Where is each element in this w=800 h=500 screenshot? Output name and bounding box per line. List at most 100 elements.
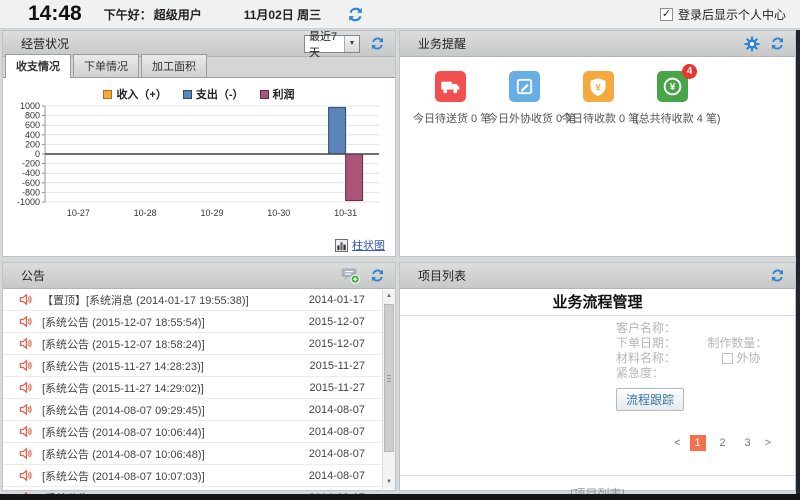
gear-icon[interactable] <box>744 36 760 52</box>
pagination-next[interactable]: > <box>765 437 771 449</box>
speaker-icon <box>19 359 32 372</box>
announcement-row[interactable]: 【置顶】[系统消息 (2014-01-17 19:55:38)] 2014-01… <box>3 289 395 311</box>
announcement-date: 2015-11-27 <box>310 382 365 394</box>
legend-swatch <box>183 90 192 99</box>
workflow-form: 客户名称： 下单日期： 制作数量： 材料名称： 外协 紧急度： 流程跟踪 <box>616 321 767 411</box>
bar-chart: -1000-800-600-400-2000200400600800100010… <box>5 102 393 224</box>
refresh-icon[interactable] <box>370 36 385 51</box>
refresh-icon[interactable] <box>347 6 364 23</box>
greeting-text: 下午好： <box>104 6 152 23</box>
speaker-icon <box>19 403 32 416</box>
projects-header: 项目列表 <box>400 263 795 289</box>
panel-title: 公告 <box>21 267 45 284</box>
speaker-icon <box>19 315 32 328</box>
material-name-label: 材料名称： <box>616 351 676 365</box>
svg-text:¥: ¥ <box>669 81 675 93</box>
tab-orders[interactable]: 下单情况 <box>73 54 139 77</box>
announcement-text: [系统公告 (2015-11-27 14:29:02)] <box>42 380 204 396</box>
announcement-text: [系统公告 (2015-12-07 18:55:54)] <box>42 314 205 330</box>
personal-center-checkbox[interactable]: ✓ <box>660 8 673 21</box>
urgency-label: 紧急度： <box>616 366 664 380</box>
reminder-card[interactable]: 今日待送货 0 笔 <box>413 71 487 126</box>
scrollbar[interactable]: ▲ ▼ <box>382 290 395 489</box>
scroll-down-icon[interactable]: ▼ <box>383 476 395 489</box>
svg-text:-800: -800 <box>22 187 40 197</box>
bar-chart-link[interactable]: 柱状图 <box>335 237 385 253</box>
reminder-label: 今日待收款 0 笔 <box>561 110 635 126</box>
tab-income-expense[interactable]: 收支情况 <box>5 54 71 78</box>
announcement-date: 2014-08-07 <box>309 426 365 438</box>
svg-text:1000: 1000 <box>20 102 40 111</box>
topbar: 14:48 下午好： 超级用户 11月02日 周三 ✓ 登录后显示个人中心 <box>0 0 800 29</box>
announcement-row[interactable]: [系统公告 (2015-11-27 14:28:23)] 2015-11-27 <box>3 355 395 377</box>
announcements-panel: 公告 【置顶】[系统消息 (2014-01-17 19:55:38)] 2014… <box>2 262 396 491</box>
announcement-row[interactable]: [系统公告 (2014-08-07 09:29:45)] 2014-08-07 <box>3 399 395 421</box>
pagination-page-2[interactable]: 2 <box>715 435 731 451</box>
svg-text:-1000: -1000 <box>17 197 40 207</box>
legend-item: 支出（-） <box>183 86 244 102</box>
legend-swatch <box>260 90 269 99</box>
process-track-button[interactable]: 流程跟踪 <box>616 388 684 411</box>
svg-text:-400: -400 <box>22 168 40 178</box>
announcement-date: 2014-08-07 <box>309 470 365 482</box>
right-edge <box>796 30 800 494</box>
svg-text:10-30: 10-30 <box>267 208 290 218</box>
pagination-page-1[interactable]: 1 <box>690 435 706 451</box>
announcement-row[interactable]: [系统公告 (2014-08-07 10:06:44)] 2014-08-07 <box>3 421 395 443</box>
announcement-text: [系统公告 (2015-11-27 14:28:23)] <box>42 358 204 374</box>
announcement-text: 【置顶】[系统消息 (2014-01-17 19:55:38)] <box>42 292 249 308</box>
announcement-row[interactable]: [系统公告 (2015-12-07 18:58:24)] 2015-12-07 <box>3 333 395 355</box>
personal-center-label: 登录后显示个人中心 <box>678 6 786 23</box>
pagination-prev[interactable]: < <box>674 437 680 449</box>
date-range-select[interactable]: 最近7天 ▼ <box>304 35 360 53</box>
bar-chart-link-label: 柱状图 <box>352 237 385 253</box>
svg-text:0: 0 <box>35 149 40 159</box>
refresh-icon[interactable] <box>370 268 385 283</box>
announcement-date: 2014-08-07 <box>309 404 365 416</box>
svg-text:-600: -600 <box>22 178 40 188</box>
refresh-icon[interactable] <box>770 36 785 51</box>
speaker-icon <box>19 425 32 438</box>
announcement-date: 2015-12-07 <box>309 316 365 328</box>
scroll-up-icon[interactable]: ▲ <box>383 290 395 303</box>
bar-chart-icon <box>335 239 348 252</box>
badge: 4 <box>682 64 697 79</box>
scrollbar-thumb[interactable] <box>384 304 394 452</box>
add-message-icon[interactable] <box>341 267 360 284</box>
announcements-header: 公告 <box>3 263 395 289</box>
outsource-checkbox[interactable] <box>722 353 733 364</box>
announcement-text: [系统公告 (2014-08-07 10:06:44)] <box>42 424 205 440</box>
edit-icon <box>509 71 540 102</box>
speaker-icon <box>19 337 32 350</box>
announcement-row[interactable]: [系统公告 (2015-11-27 14:29:02)] 2015-11-27 <box>3 377 395 399</box>
svg-text:800: 800 <box>25 111 40 121</box>
reminder-card[interactable]: 今日外协收货 0 笔 <box>487 71 561 126</box>
announcement-row[interactable]: [系统公告 (2015-12-07 18:55:54)] 2015-12-07 <box>3 311 395 333</box>
workflow-heading: 业务流程管理 <box>400 289 795 316</box>
tab-processing-area[interactable]: 加工面积 <box>141 54 207 77</box>
chart-legend: 收入（+）支出（-）利润 <box>3 78 395 102</box>
reminder-card[interactable]: ¥ 今日待收款 0 笔 <box>561 71 635 126</box>
announcement-row[interactable]: [系统公告 (2014-08-07 10:06:48)] 2014-08-07 <box>3 443 395 465</box>
svg-text:400: 400 <box>25 130 40 140</box>
reminders-header: 业务提醒 <box>400 31 795 57</box>
announcement-text: [系统公告 (2014-08-07 10:07:03)] <box>42 468 205 484</box>
svg-text:10-31: 10-31 <box>334 208 357 218</box>
announcement-row[interactable]: [系统公告 (2014-08-07 10:07:03)] 2014-08-07 <box>3 465 395 487</box>
pagination-page-3[interactable]: 3 <box>740 435 756 451</box>
panel-title: 经营状况 <box>21 35 69 52</box>
current-user: 超级用户 <box>154 6 202 23</box>
reminder-label: 今日外协收货 0 笔 <box>487 110 561 126</box>
legend-item: 利润 <box>260 86 295 102</box>
outsource-field: 外协 <box>722 351 760 365</box>
svg-text:10-29: 10-29 <box>200 208 223 218</box>
announcement-text: [系统公告 (2015-12-07 18:58:24)] <box>42 336 205 352</box>
reminder-card[interactable]: ¥ 4 (总共待收款 4 笔) <box>635 71 709 126</box>
svg-text:10-27: 10-27 <box>67 208 90 218</box>
panel-title: 项目列表 <box>418 267 466 284</box>
announcement-list: 【置顶】[系统消息 (2014-01-17 19:55:38)] 2014-01… <box>3 289 395 496</box>
yuan-shield-icon: ¥ <box>583 71 614 102</box>
refresh-icon[interactable] <box>770 268 785 283</box>
pagination: < 1 2 3 > <box>674 435 771 451</box>
customer-name-label: 客户名称： <box>616 321 676 335</box>
